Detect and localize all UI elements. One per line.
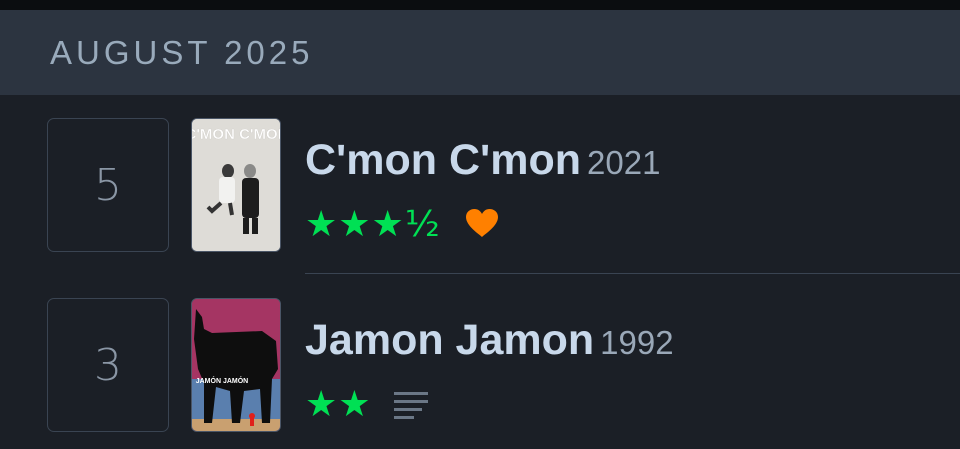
heart-icon bbox=[466, 209, 498, 237]
film-title[interactable]: C'mon C'mon 2021 bbox=[305, 139, 660, 182]
month-title: AUGUST 2025 bbox=[50, 34, 314, 71]
star-rating: ★★ bbox=[305, 384, 372, 425]
film-poster[interactable]: JAMÓN JAMÓN bbox=[191, 298, 281, 432]
review-text-icon[interactable] bbox=[393, 390, 429, 420]
entry-divider bbox=[305, 273, 960, 274]
month-header: AUGUST 2025 bbox=[0, 10, 960, 95]
film-year[interactable]: 1992 bbox=[600, 324, 673, 361]
day-number-box[interactable]: 5 bbox=[47, 118, 169, 252]
film-title-text[interactable]: C'mon C'mon bbox=[305, 136, 581, 184]
film-year[interactable]: 2021 bbox=[587, 144, 660, 181]
poster-title: JAMÓN JAMÓN bbox=[196, 376, 249, 385]
day-number-box[interactable]: 3 bbox=[47, 298, 169, 432]
film-title[interactable]: Jamon Jamon 1992 bbox=[305, 319, 674, 362]
poster-title-line-1: C'MON C'MON bbox=[192, 126, 281, 143]
top-bar bbox=[0, 0, 960, 10]
film-poster[interactable]: C'MON C'MON bbox=[191, 118, 281, 252]
diary-list: 5 C'MON C'MON C'mon C'mon2021 ★★★½ 3 bbox=[0, 95, 960, 449]
poster-image: C'MON C'MON bbox=[192, 119, 281, 251]
film-title-text[interactable]: Jamon Jamon bbox=[305, 316, 594, 364]
poster-image: JAMÓN JAMÓN bbox=[192, 299, 280, 431]
star-rating: ★★★½ bbox=[305, 204, 441, 245]
